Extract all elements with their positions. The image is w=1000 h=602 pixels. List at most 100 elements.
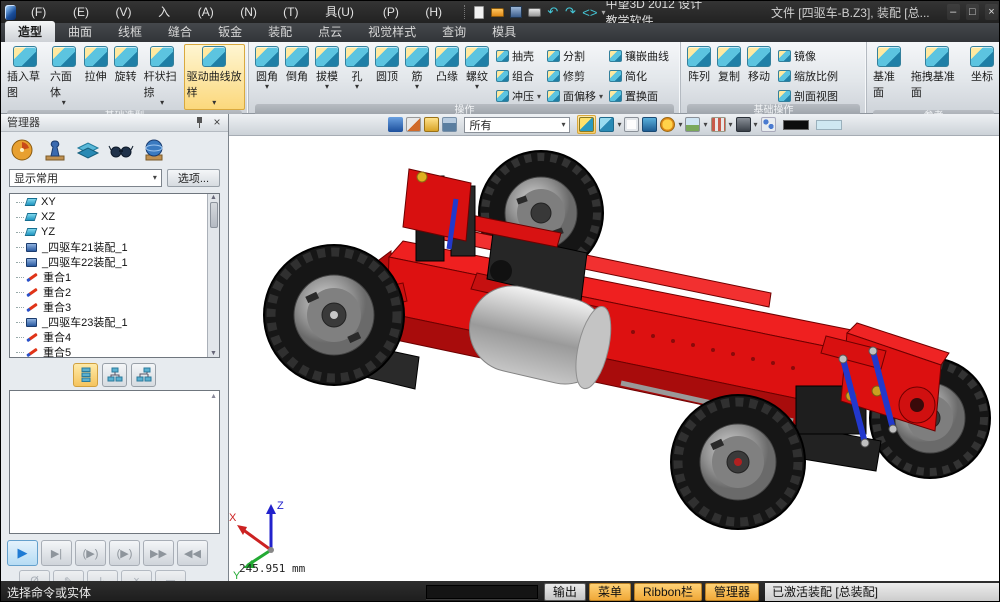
command-input-field[interactable] bbox=[426, 585, 538, 599]
print-icon[interactable] bbox=[528, 4, 541, 20]
scroll-down-icon[interactable]: ▼ bbox=[210, 350, 217, 357]
status-toggle-button[interactable]: 输出 bbox=[544, 583, 586, 601]
ribbon-tab[interactable]: 造型 bbox=[5, 21, 55, 42]
ribbon-button[interactable]: 坐标 bbox=[967, 44, 997, 94]
ribbon-button[interactable]: 驱动曲线放样 ▾ bbox=[184, 44, 245, 110]
render-monitor-icon[interactable] bbox=[736, 117, 751, 132]
background-color-swatch[interactable] bbox=[783, 120, 809, 130]
chevron-down-icon[interactable]: ▾ bbox=[617, 120, 621, 129]
tree-item[interactable]: YZ bbox=[10, 225, 207, 240]
clip-plane-icon[interactable] bbox=[406, 117, 421, 132]
walkthrough-icon[interactable] bbox=[761, 117, 776, 132]
ribbon-small-button[interactable]: 缩放比例 bbox=[778, 68, 841, 84]
ribbon-button[interactable]: 拖拽基准面 bbox=[908, 44, 967, 110]
ribbon-button[interactable]: 圆顶 bbox=[372, 44, 402, 94]
ribbon-button[interactable]: 拉伸 bbox=[81, 44, 111, 94]
ribbon-button[interactable]: 倒角 bbox=[282, 44, 312, 94]
layers-icon[interactable] bbox=[75, 137, 101, 163]
open-file-icon[interactable] bbox=[491, 4, 504, 20]
code-brackets-icon[interactable]: <> bbox=[582, 4, 597, 20]
ribbon-button[interactable]: 旋转 bbox=[111, 44, 141, 94]
playback-edit-button[interactable]: Ø bbox=[19, 570, 50, 581]
tree-item[interactable]: 重合3 bbox=[10, 300, 207, 315]
scrollbar-thumb[interactable] bbox=[210, 202, 218, 228]
assembly-manager-icon[interactable] bbox=[42, 137, 68, 163]
visibility-glasses-icon[interactable] bbox=[108, 137, 134, 163]
ribbon-button[interactable]: 圆角 ▾ bbox=[252, 44, 282, 94]
tree-item[interactable]: 重合1 bbox=[10, 270, 207, 285]
pin-icon[interactable] bbox=[194, 116, 206, 128]
ribbon-tab[interactable]: 装配 bbox=[255, 21, 305, 42]
display-mode-cube-icon[interactable] bbox=[599, 117, 614, 132]
section-grid-icon[interactable] bbox=[711, 117, 726, 132]
playback-button[interactable]: ◀◀ bbox=[177, 540, 208, 566]
playback-button[interactable]: (▶) bbox=[109, 540, 140, 566]
ribbon-button[interactable]: 拔模 ▾ bbox=[312, 44, 342, 94]
status-toggle-button[interactable]: 菜单 bbox=[589, 583, 631, 601]
tree-item[interactable]: XY bbox=[10, 195, 207, 210]
regen-list-box[interactable]: ▲ bbox=[9, 390, 220, 534]
ribbon-small-button[interactable]: 剖面视图 bbox=[778, 88, 841, 104]
background-image-icon[interactable] bbox=[685, 117, 700, 132]
ribbon-small-button[interactable]: 简化 bbox=[609, 68, 672, 84]
world-sphere-icon[interactable] bbox=[141, 137, 167, 163]
ribbon-button[interactable]: 阵列 bbox=[684, 44, 714, 94]
ribbon-button[interactable]: 复制 bbox=[714, 44, 744, 94]
tree-item[interactable]: _四驱车21装配_1 bbox=[10, 240, 207, 255]
ribbon-small-button[interactable]: 修剪 bbox=[547, 68, 603, 84]
highlight-color-swatch[interactable] bbox=[816, 120, 842, 130]
status-toggle-button[interactable]: Ribbon栏 bbox=[634, 583, 702, 601]
ribbon-small-button[interactable]: 镶嵌曲线 bbox=[609, 48, 672, 64]
wireframe-cube-icon[interactable] bbox=[624, 117, 639, 132]
ribbon-small-button[interactable]: 抽壳 bbox=[496, 48, 541, 64]
ribbon-small-button[interactable]: 面偏移 ▾ bbox=[547, 88, 603, 104]
ribbon-small-button[interactable]: 镜像 bbox=[778, 48, 841, 64]
scroll-up-icon[interactable]: ▲ bbox=[210, 194, 217, 201]
tree-item[interactable]: XZ bbox=[10, 210, 207, 225]
tree-item[interactable]: _四驱车23装配_1 bbox=[10, 315, 207, 330]
playback-edit-button[interactable]: ↳ bbox=[87, 570, 118, 581]
chevron-down-icon[interactable]: ▾ bbox=[703, 120, 707, 129]
save-icon[interactable] bbox=[510, 4, 522, 20]
chevron-down-icon[interactable]: ▾ bbox=[678, 120, 682, 129]
tree-item[interactable]: 重合5 bbox=[10, 345, 207, 359]
playback-button[interactable]: ▶| bbox=[41, 540, 72, 566]
pick-filter-dropdown[interactable]: 所有 ▾ bbox=[464, 117, 570, 133]
ribbon-button[interactable]: 螺纹 ▾ bbox=[462, 44, 492, 94]
playback-button[interactable]: (▶) bbox=[75, 540, 106, 566]
ribbon-small-button[interactable]: 冲压 ▾ bbox=[496, 88, 541, 104]
new-document-icon[interactable] bbox=[473, 4, 485, 20]
close-button[interactable]: × bbox=[985, 4, 998, 20]
ribbon-tab[interactable]: 曲面 bbox=[55, 21, 105, 42]
select-entity-icon[interactable] bbox=[388, 117, 403, 132]
structure-graph-view-button[interactable] bbox=[131, 363, 156, 387]
tree-scrollbar[interactable]: ▲ ▼ bbox=[207, 194, 219, 358]
playback-button[interactable]: ▶ bbox=[7, 540, 38, 566]
playback-edit-button[interactable]: ✎ bbox=[53, 570, 84, 581]
model-canvas[interactable]: Z X Y 245.951 mm bbox=[229, 136, 1000, 581]
undo-icon[interactable]: ↶ bbox=[547, 4, 559, 20]
ribbon-small-button[interactable]: 分割 bbox=[547, 48, 603, 64]
ribbon-small-button[interactable]: 置换面 bbox=[609, 88, 672, 104]
ribbon-tab[interactable]: 视觉样式 bbox=[355, 21, 429, 42]
playback-edit-button[interactable]: × bbox=[121, 570, 152, 581]
filter-chart-icon[interactable] bbox=[442, 117, 457, 132]
ribbon-small-button[interactable]: 组合 bbox=[496, 68, 541, 84]
tree-item[interactable]: 重合2 bbox=[10, 285, 207, 300]
chevron-down-icon[interactable]: ▾ bbox=[754, 120, 758, 129]
redo-icon[interactable]: ↷ bbox=[565, 4, 577, 20]
ribbon-button[interactable]: 插入草图 bbox=[4, 44, 47, 110]
tree-item[interactable]: 重合4 bbox=[10, 330, 207, 345]
shaded-cube-icon[interactable] bbox=[642, 117, 657, 132]
ribbon-button[interactable]: 基准面 bbox=[870, 44, 908, 110]
history-manager-icon[interactable] bbox=[9, 137, 35, 163]
ribbon-tab[interactable]: 点云 bbox=[305, 21, 355, 42]
shaded-mode-active[interactable] bbox=[577, 115, 596, 134]
structure-tree-view-button[interactable] bbox=[102, 363, 127, 387]
panel-close-icon[interactable]: × bbox=[210, 115, 224, 129]
ribbon-button[interactable]: 凸缘 bbox=[432, 44, 462, 94]
bounding-box-icon[interactable] bbox=[424, 117, 439, 132]
ribbon-button[interactable]: 六面体 ▾ bbox=[47, 44, 81, 110]
ribbon-tab[interactable]: 查询 bbox=[429, 21, 479, 42]
ribbon-tab[interactable]: 线框 bbox=[105, 21, 155, 42]
